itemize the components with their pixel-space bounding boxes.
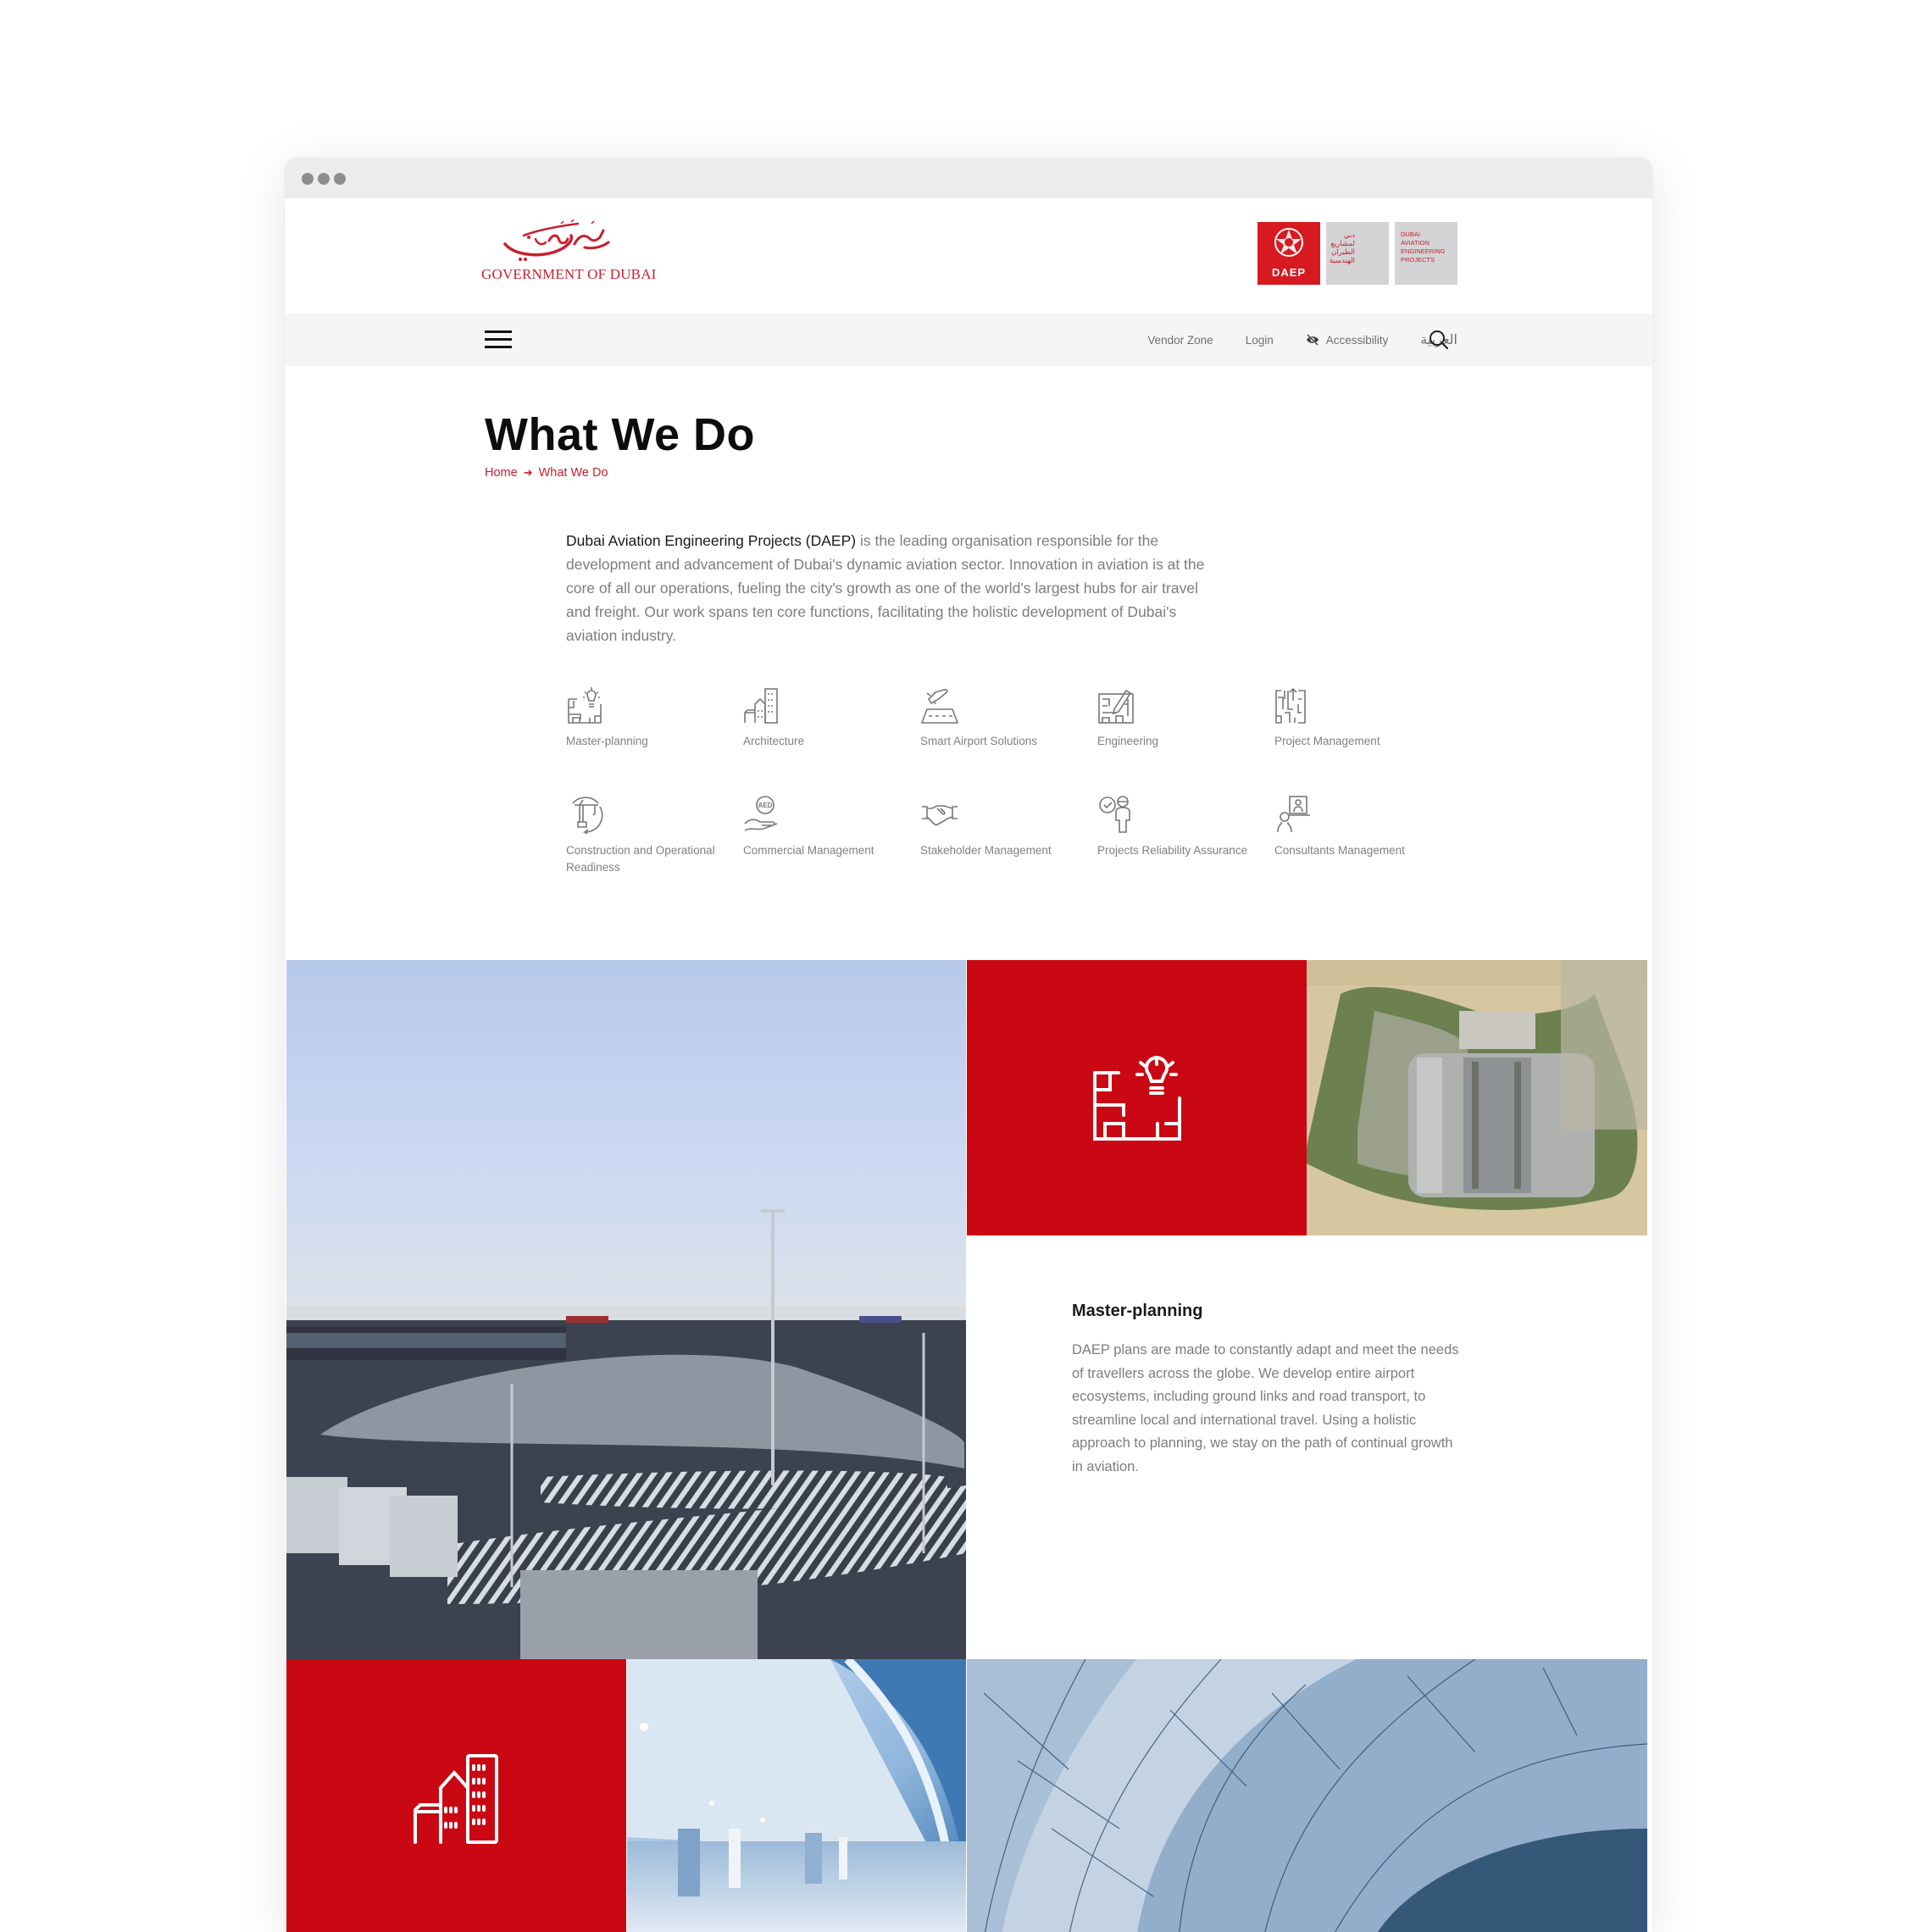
daep-arabic-line: لمشاريع: [1330, 239, 1355, 247]
nav-links: Vendor Zone Login Accessibility العربية: [1115, 314, 1457, 366]
window-control-dot[interactable]: [302, 173, 314, 185]
consultants-icon: [1277, 796, 1310, 833]
aerial-masterplan-image: [1307, 960, 1647, 1235]
daep-arabic-line: الطيران: [1331, 247, 1355, 256]
handshake-icon: [922, 805, 958, 826]
browser-titlebar: [285, 158, 1652, 198]
daep-english-name: DUBAI AVIATION ENGINEERING PROJECTS: [1395, 222, 1457, 285]
function-label: Stakeholder Management: [920, 844, 1052, 857]
site-header: GOVERNMENT OF DUBAI DAEP دبي لمشاريع الط…: [285, 198, 1652, 314]
hamburger-icon: [485, 346, 512, 348]
function-commercial-management[interactable]: AED Commercial Management: [743, 795, 913, 859]
government-of-dubai-text: GOVERNMENT OF DUBAI: [481, 266, 657, 282]
breadcrumb-home[interactable]: Home: [485, 466, 518, 480]
construction-icon: [572, 797, 603, 834]
function-master-planning[interactable]: Master-planning: [566, 687, 736, 750]
daep-english-line: DUBAI: [1401, 230, 1420, 238]
architecture-tile[interactable]: [286, 1659, 626, 1932]
function-construction[interactable]: Construction and Operational Readiness: [566, 795, 736, 876]
search-button[interactable]: [1428, 329, 1450, 351]
daep-english-line: PROJECTS: [1401, 256, 1435, 264]
daep-english-line: AVIATION: [1401, 239, 1430, 247]
architecture-icon: [744, 688, 778, 724]
intro-paragraph: Dubai Aviation Engineering Projects (DAE…: [566, 529, 1210, 647]
breadcrumb-current[interactable]: What We Do: [539, 466, 608, 480]
function-architecture[interactable]: Architecture: [743, 687, 913, 750]
airport-apron-photo: [286, 960, 966, 1659]
daep-logo[interactable]: DAEP دبي لمشاريع الطيران الهندسية DUBAI …: [1257, 222, 1457, 285]
function-label: Master-planning: [566, 735, 648, 747]
function-consultants-management[interactable]: Consultants Management: [1274, 795, 1444, 859]
function-label: Project Management: [1274, 735, 1380, 747]
master-planning-icon: [568, 687, 602, 724]
master-planning-icon: [1092, 1055, 1181, 1141]
eye-slash-icon: [1306, 334, 1319, 346]
function-projects-reliability[interactable]: Projects Reliability Assurance: [1097, 795, 1267, 859]
intro-highlight: Dubai Aviation Engineering Projects (DAE…: [566, 532, 857, 549]
smart-airport-icon: [920, 688, 959, 724]
daep-mark: DAEP: [1257, 222, 1320, 285]
nav-link-vendor-zone[interactable]: Vendor Zone: [1147, 334, 1213, 347]
project-management-icon: [1275, 687, 1306, 724]
function-project-management[interactable]: Project Management: [1274, 687, 1444, 750]
aerial-masterplan-photo: [1307, 960, 1647, 1235]
search-icon: [1430, 330, 1449, 350]
function-label: Architecture: [743, 735, 805, 747]
curved-architecture-photo: [967, 1659, 1647, 1932]
daep-english-line: ENGINEERING: [1401, 247, 1446, 255]
feature-detail-panel: Master-planning DAEP plans are made to c…: [966, 1235, 1652, 1657]
function-smart-airport[interactable]: Smart Airport Solutions: [920, 687, 1090, 750]
window-control-dot[interactable]: [318, 173, 330, 185]
function-label: Projects Reliability Assurance: [1097, 844, 1248, 857]
curved-architecture-image: [967, 1659, 1647, 1932]
page-title: What We Do: [485, 409, 755, 460]
airport-apron-image: [286, 960, 966, 1659]
commercial-management-icon: AED: [744, 796, 778, 831]
hamburger-menu-button[interactable]: [485, 330, 512, 349]
window-control-dot[interactable]: [334, 173, 346, 185]
arrow-right-icon: ➜: [523, 466, 533, 479]
svg-text:AED: AED: [758, 802, 773, 809]
feature-description: DAEP plans are made to constantly adapt …: [1072, 1342, 1459, 1474]
function-label: Construction and Operational Readiness: [566, 844, 715, 874]
government-of-dubai-logo[interactable]: GOVERNMENT OF DUBAI: [481, 219, 668, 286]
engineering-icon: [1098, 689, 1134, 724]
breadcrumb: Home ➜ What We Do: [485, 466, 608, 480]
function-label: Engineering: [1097, 735, 1159, 747]
daep-arabic-line: دبي: [1343, 230, 1355, 239]
function-label: Consultants Management: [1274, 844, 1405, 857]
nav-bar: Vendor Zone Login Accessibility العربية: [285, 314, 1652, 366]
browser-window: GOVERNMENT OF DUBAI DAEP دبي لمشاريع الط…: [285, 158, 1652, 1932]
master-planning-tile[interactable]: [967, 960, 1307, 1235]
hamburger-icon: [485, 338, 512, 341]
daep-mark-text: DAEP: [1271, 266, 1307, 279]
function-label: Commercial Management: [743, 844, 874, 857]
accessibility-label: Accessibility: [1325, 333, 1389, 347]
reliability-icon: [1099, 796, 1130, 833]
daep-star-icon: [1274, 228, 1303, 257]
hamburger-icon: [485, 330, 512, 333]
arabic-calligraphy-icon: [503, 219, 610, 261]
terminal-interior-photo: [627, 1659, 966, 1932]
daep-arabic-line: الهندسية: [1329, 256, 1355, 264]
daep-arabic-name: دبي لمشاريع الطيران الهندسية: [1326, 222, 1389, 285]
function-stakeholder-management[interactable]: Stakeholder Management: [920, 795, 1090, 859]
terminal-interior-image: [627, 1659, 966, 1932]
nav-link-login[interactable]: Login: [1246, 334, 1274, 347]
function-label: Smart Airport Solutions: [920, 735, 1038, 747]
feature-title: Master-planning: [1072, 1302, 1203, 1320]
nav-link-accessibility[interactable]: Accessibility: [1306, 333, 1389, 347]
function-engineering[interactable]: Engineering: [1097, 687, 1267, 750]
architecture-icon: [413, 1754, 498, 1844]
